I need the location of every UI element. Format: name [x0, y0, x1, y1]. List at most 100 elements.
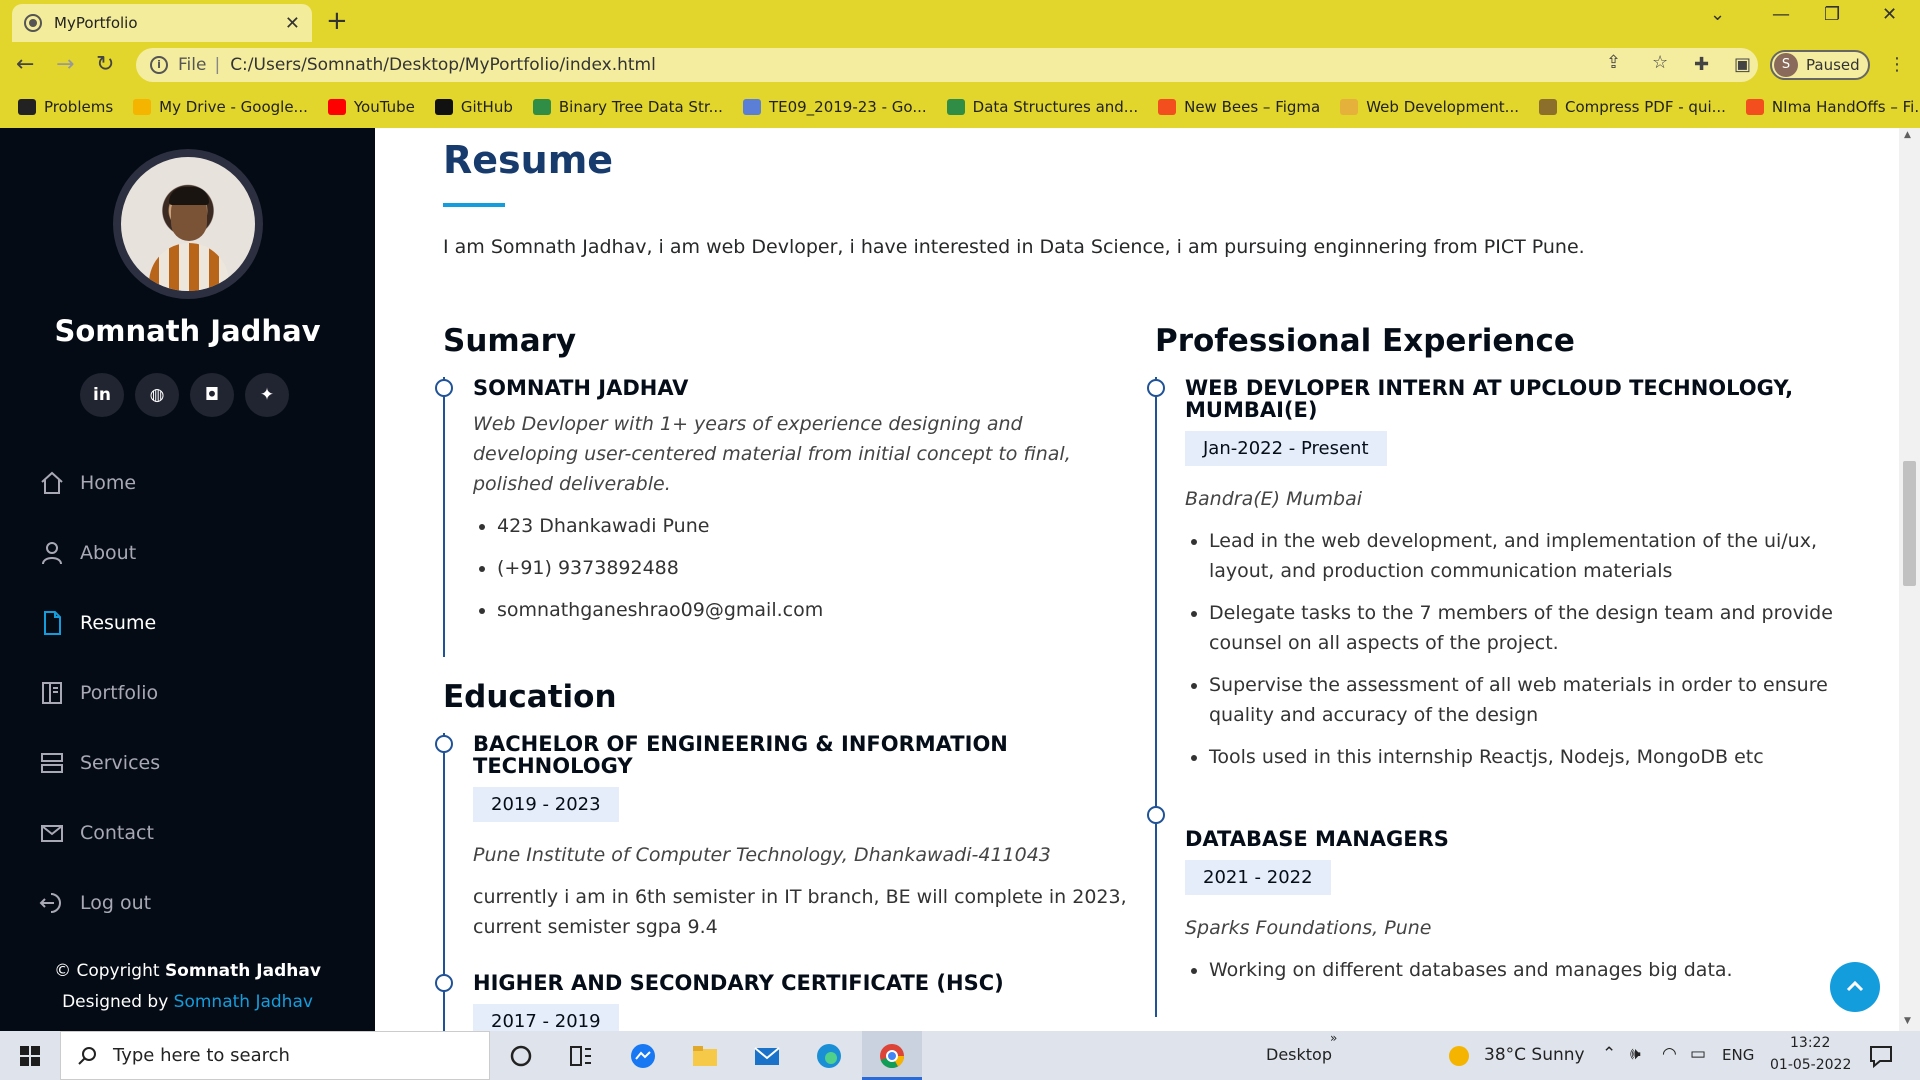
profile-name: Somnath Jadhav [54, 314, 321, 348]
entry-bullet: Tools used in this internship Reactjs, N… [1209, 742, 1835, 772]
bookmark-label: YouTube [353, 98, 415, 116]
windows-start-icon[interactable] [20, 1046, 40, 1066]
social-links: in ◍ ◘ ✦ [80, 373, 300, 417]
scroll-down-arrow[interactable]: ▼ [1904, 1016, 1911, 1026]
share-icon[interactable]: ⇪ [1606, 52, 1621, 73]
messenger-icon[interactable] [628, 1041, 658, 1071]
edge-icon[interactable] [814, 1041, 844, 1071]
bookmark-favicon-icon [946, 99, 965, 115]
copyright-line: © Copyright Somnath Jadhav [0, 956, 375, 987]
weather-text[interactable]: 38°C Sunny [1484, 1045, 1585, 1065]
entry-bullet: Supervise the assessment of all web mate… [1209, 670, 1835, 730]
twitter-icon[interactable]: ✦ [245, 373, 289, 417]
cortana-icon[interactable] [506, 1041, 536, 1071]
tab-search-icon[interactable]: ⌄ [1710, 4, 1725, 25]
task-view-icon[interactable] [566, 1041, 596, 1071]
scrollbar-thumb[interactable] [1903, 461, 1916, 586]
address-url[interactable]: C:/Users/Somnath/Desktop/MyPortfolio/ind… [230, 55, 656, 75]
bookmark-favicon-icon [1745, 99, 1764, 115]
bookmark-item[interactable]: TE09_2019-23 - Go... [742, 98, 927, 116]
browser-tab[interactable]: MyPortfolio ✕ [12, 4, 312, 42]
bookmark-item[interactable]: Web Development... [1340, 98, 1519, 116]
close-tab-icon[interactable]: ✕ [285, 13, 300, 34]
nav-item-home[interactable]: Home [38, 448, 160, 518]
bookmark-item[interactable]: GitHub [434, 98, 513, 116]
toolbar-expand-icon[interactable]: » [1330, 1031, 1337, 1045]
bookmark-item[interactable]: Data Structures and... [946, 98, 1138, 116]
profile-status: Paused [1806, 56, 1860, 74]
logout-icon [38, 889, 66, 917]
menu-icon[interactable]: ⋮ [1888, 54, 1906, 75]
extensions-icon[interactable]: ✚ [1694, 54, 1709, 75]
volume-icon[interactable]: 🕪 [1630, 1044, 1641, 1064]
minimize-button[interactable]: — [1772, 4, 1790, 25]
entry-bullets: Working on different databases and manag… [1185, 955, 1835, 985]
bookmark-item[interactable]: NIma HandOffs – Fi... [1745, 98, 1920, 116]
linkedin-icon[interactable]: in [80, 373, 124, 417]
wifi-icon[interactable]: ◠ [1662, 1044, 1677, 1064]
page-scrollbar[interactable]: ▲ ▼ [1899, 128, 1920, 1031]
nav-item-resume[interactable]: Resume [38, 588, 160, 658]
entry-title: WEB DEVLOPER INTERN AT UPCLOUD TECHNOLOG… [1185, 376, 1794, 422]
bookmark-item[interactable]: Binary Tree Data Str... [532, 98, 723, 116]
tab-strip: MyPortfolio ✕ + ⌄ — ❐ ✕ [0, 0, 1920, 42]
bookmark-star-icon[interactable]: ☆ [1652, 52, 1668, 73]
scroll-up-arrow[interactable]: ▲ [1904, 130, 1911, 140]
entry-title: DATABASE MANAGERS [1185, 827, 1449, 851]
clock-time[interactable]: 13:22 [1790, 1035, 1830, 1051]
copyright-name: Somnath Jadhav [164, 961, 321, 981]
address-bar[interactable]: i File | C:/Users/Somnath/Desktop/MyPort… [136, 48, 1758, 82]
nav-label: Resume [80, 612, 157, 634]
system-tray-chevron-icon[interactable]: ⌃ [1602, 1044, 1616, 1064]
nav-item-services[interactable]: Services [38, 728, 160, 798]
profile-photo [113, 149, 263, 299]
bookmark-label: Binary Tree Data Str... [558, 98, 723, 116]
nav-item-about[interactable]: About [38, 518, 160, 588]
main-content: Resume I am Somnath Jadhav, i am web Dev… [375, 128, 1899, 1031]
nav-item-portfolio[interactable]: Portfolio [38, 658, 160, 728]
nav-item-contact[interactable]: Contact [38, 798, 160, 868]
entry-years: 2021 - 2022 [1185, 860, 1331, 895]
nav-label: Services [80, 752, 161, 774]
battery-icon[interactable]: ▭ [1690, 1044, 1706, 1064]
resume-entry: WEB DEVLOPER INTERN AT UPCLOUD TECHNOLOG… [1147, 376, 1835, 804]
close-window-button[interactable]: ✕ [1882, 4, 1897, 25]
bookmark-label: Web Development... [1366, 98, 1519, 116]
taskbar-search[interactable]: Type here to search [60, 1031, 490, 1080]
experience-list: WEB DEVLOPER INTERN AT UPCLOUD TECHNOLOG… [1147, 376, 1835, 1017]
address-scheme: File [178, 55, 207, 75]
bookmark-favicon-icon [18, 99, 36, 115]
bookmark-item[interactable]: New Bees – Figma [1158, 98, 1320, 116]
designer-link[interactable]: Somnath Jadhav [174, 992, 313, 1012]
instagram-icon[interactable]: ◘ [190, 373, 234, 417]
restore-button[interactable]: ❐ [1824, 4, 1840, 25]
desktop-toolbar-label[interactable]: Desktop [1266, 1045, 1332, 1064]
chevron-up-icon [1846, 980, 1864, 992]
forward-button[interactable]: → [56, 52, 74, 77]
notifications-icon[interactable] [1868, 1043, 1894, 1069]
entry-bullet: Lead in the web development, and impleme… [1209, 526, 1835, 586]
profile-button[interactable]: S Paused [1770, 50, 1870, 80]
bookmark-item[interactable]: My Drive - Google... [133, 98, 308, 116]
github-icon[interactable]: ◍ [135, 373, 179, 417]
language-indicator[interactable]: ENG [1722, 1046, 1754, 1064]
reload-button[interactable]: ↻ [96, 52, 114, 77]
nav-menu: Home About Resume Portfolio Services Contact L… [38, 448, 160, 938]
back-to-top-button[interactable] [1830, 962, 1880, 1012]
mail-icon[interactable] [752, 1041, 782, 1071]
side-panel-icon[interactable]: ▣ [1734, 54, 1751, 75]
bookmark-item[interactable]: YouTube [327, 98, 415, 116]
bookmark-item[interactable]: Problems [18, 98, 113, 116]
bookmark-item[interactable]: Compress PDF - qui... [1539, 98, 1726, 116]
clock-date[interactable]: 01-05-2022 [1770, 1057, 1851, 1073]
back-button[interactable]: ← [16, 52, 34, 77]
browser-chrome: MyPortfolio ✕ + ⌄ — ❐ ✕ ← → ↻ i File | C… [0, 0, 1920, 128]
nav-label: Portfolio [80, 682, 159, 704]
envelope-icon [38, 819, 66, 847]
nav-item-log-out[interactable]: Log out [38, 868, 160, 938]
info-icon[interactable]: i [150, 56, 168, 74]
chrome-taskbar-button[interactable] [862, 1031, 922, 1080]
file-explorer-icon[interactable] [690, 1041, 720, 1071]
new-tab-button[interactable]: + [326, 6, 348, 36]
summary-contact-item: 423 Dhankawadi Pune [497, 511, 1133, 541]
